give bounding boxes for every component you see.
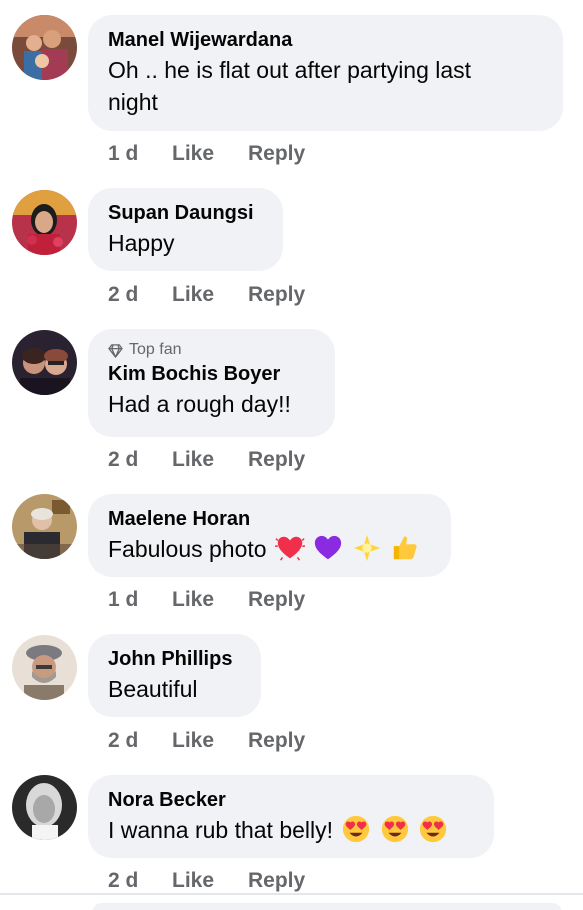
like-button[interactable]: Like bbox=[172, 729, 248, 753]
comment-text-line: night bbox=[108, 89, 158, 115]
reply-button[interactable]: Reply bbox=[248, 283, 305, 307]
comment-actions: 2 d Like Reply bbox=[108, 448, 305, 472]
diamond-icon bbox=[108, 343, 123, 358]
comment-timestamp[interactable]: 1 d bbox=[108, 588, 172, 612]
heart-eyes-icon bbox=[420, 815, 447, 843]
beating-heart-icon bbox=[274, 536, 305, 561]
like-button[interactable]: Like bbox=[172, 869, 248, 893]
like-button[interactable]: Like bbox=[172, 588, 248, 612]
comment-composer-bar bbox=[0, 893, 583, 910]
comment-author[interactable]: Supan Daungsi bbox=[108, 201, 263, 225]
reply-button[interactable]: Reply bbox=[248, 588, 305, 612]
comment-actions: 1 d Like Reply bbox=[108, 142, 305, 166]
avatar[interactable] bbox=[12, 775, 77, 840]
avatar[interactable] bbox=[12, 15, 77, 80]
reply-button[interactable]: Reply bbox=[248, 142, 305, 166]
comment-input[interactable] bbox=[92, 903, 562, 910]
like-button[interactable]: Like bbox=[172, 283, 248, 307]
comment-text: Beautiful bbox=[108, 676, 198, 702]
comment-actions: 1 d Like Reply bbox=[108, 588, 305, 612]
comment-timestamp[interactable]: 1 d bbox=[108, 142, 172, 166]
comment-text-body: I wanna rub that belly! bbox=[108, 817, 334, 843]
comment-author[interactable]: John Phillips bbox=[108, 647, 241, 671]
comment-author[interactable]: Maelene Horan bbox=[108, 507, 431, 531]
comment-timestamp[interactable]: 2 d bbox=[108, 869, 172, 893]
comment-bubble: Maelene Horan Fabulous photo bbox=[88, 494, 451, 577]
comment-text: Fabulous photo bbox=[108, 533, 431, 565]
comment-text-line: Oh .. he is flat out after partying last bbox=[108, 57, 472, 83]
comment-bubble: Manel Wijewardana Oh .. he is flat out a… bbox=[88, 15, 563, 131]
comment-actions: 2 d Like Reply bbox=[108, 869, 305, 893]
comment-actions: 2 d Like Reply bbox=[108, 283, 305, 307]
heart-eyes-icon bbox=[343, 815, 370, 843]
reply-button[interactable]: Reply bbox=[248, 729, 305, 753]
top-fan-label: Top fan bbox=[129, 341, 182, 358]
comment-bubble: Nora Becker I wanna rub that belly! bbox=[88, 775, 494, 858]
comment-timestamp[interactable]: 2 d bbox=[108, 448, 172, 472]
purple-heart-icon bbox=[315, 535, 342, 560]
like-button[interactable]: Like bbox=[172, 142, 248, 166]
avatar[interactable] bbox=[12, 635, 77, 700]
comment-text: Had a rough day!! bbox=[108, 391, 291, 417]
heart-eyes-icon bbox=[381, 815, 408, 843]
comment-text: Oh .. he is flat out after partying last… bbox=[108, 54, 543, 118]
sparkle-star-icon bbox=[353, 534, 380, 562]
thumbs-up-icon bbox=[393, 536, 417, 560]
comment-author[interactable]: Nora Becker bbox=[108, 788, 474, 812]
comment-author[interactable]: Manel Wijewardana bbox=[108, 28, 543, 52]
comment-text-body: Fabulous photo bbox=[108, 536, 267, 562]
comment-bubble: Top fan Kim Bochis Boyer Had a rough day… bbox=[88, 329, 335, 437]
comment-timestamp[interactable]: 2 d bbox=[108, 283, 172, 307]
comment-actions: 2 d Like Reply bbox=[108, 729, 305, 753]
comment-bubble: Supan Daungsi Happy bbox=[88, 188, 283, 271]
comment-author[interactable]: Kim Bochis Boyer bbox=[108, 362, 315, 386]
avatar[interactable] bbox=[12, 494, 77, 559]
top-fan-badge: Top fan bbox=[108, 341, 315, 359]
comment-bubble: John Phillips Beautiful bbox=[88, 634, 261, 717]
comment-text: I wanna rub that belly! bbox=[108, 814, 474, 846]
reply-button[interactable]: Reply bbox=[248, 869, 305, 893]
like-button[interactable]: Like bbox=[172, 448, 248, 472]
avatar[interactable] bbox=[12, 330, 77, 395]
comment-text: Happy bbox=[108, 230, 175, 256]
comment-timestamp[interactable]: 2 d bbox=[108, 729, 172, 753]
reply-button[interactable]: Reply bbox=[248, 448, 305, 472]
avatar[interactable] bbox=[12, 190, 77, 255]
